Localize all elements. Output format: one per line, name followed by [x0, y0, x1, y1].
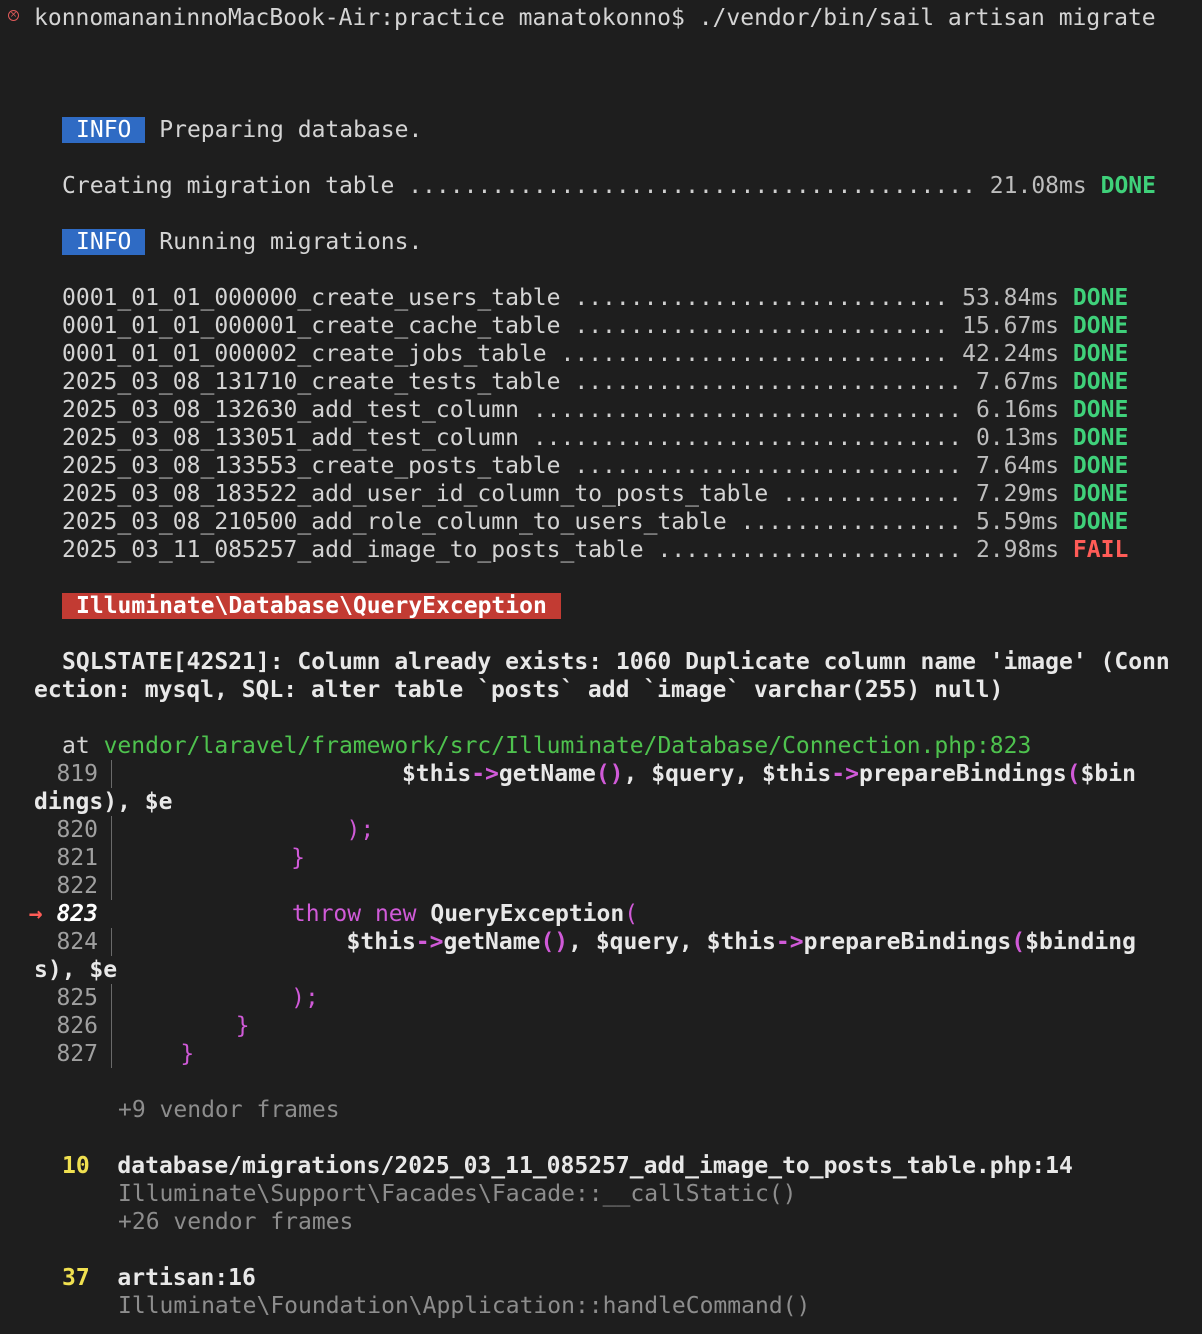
prompt-user-host: konnomananinnoMacBook-Air:practice manat… — [34, 5, 685, 31]
code-line-824-wrap: s), $e — [34, 957, 118, 983]
code-line-819-wrap: dings), $e — [34, 789, 173, 815]
migration-row: 2025_03_08_133051_add_test_column ......… — [62, 425, 1129, 451]
code-line-827: 827 } — [56, 1040, 195, 1068]
migration-row-failed: 2025_03_11_085257_add_image_to_posts_tab… — [62, 537, 1129, 563]
migration-row: 2025_03_08_210500_add_role_column_to_use… — [62, 509, 1129, 535]
frame-file[interactable]: database/migrations/2025_03_11_085257_ad… — [117, 1153, 1072, 1179]
exception-line: Illuminate\Database\QueryException — [62, 592, 1202, 620]
migration-row: 2025_03_08_132630_add_test_column ......… — [62, 397, 1129, 423]
frame-number: 10 — [62, 1153, 90, 1179]
migration-row: 2025_03_08_133553_create_posts_table ...… — [62, 453, 1129, 479]
frame-file[interactable]: artisan:16 — [117, 1265, 255, 1291]
code-line-826: 826 } — [56, 1012, 250, 1040]
info-text: Preparing database. — [159, 117, 423, 143]
code-line-820: 820 ); — [56, 816, 375, 844]
terminal-window[interactable]: × konnomananinnoMacBook-Air:practice man… — [0, 0, 1202, 1334]
info-badge: INFO — [62, 117, 146, 143]
frame-call: Illuminate\Foundation\Application::handl… — [118, 1293, 811, 1319]
migration-row: 0001_01_01_000000_create_users_table ...… — [62, 285, 1129, 311]
exception-location: at vendor/laravel/framework/src/Illumina… — [62, 733, 1032, 759]
info-text: Running migrations. — [159, 229, 423, 255]
migration-row: 0001_01_01_000002_create_jobs_table ....… — [62, 341, 1129, 367]
prompt-command: ./vendor/bin/sail artisan migrate — [698, 5, 1156, 31]
exception-badge: Illuminate\Database\QueryException — [62, 593, 561, 619]
migration-row: 0001_01_01_000001_create_cache_table ...… — [62, 313, 1129, 339]
stack-frame-37: 37 artisan:16 — [62, 1264, 1202, 1292]
command-prompt: konnomananinnoMacBook-Air:practice manat… — [34, 4, 1202, 32]
stack-frame-10: 10 database/migrations/2025_03_11_085257… — [62, 1152, 1202, 1180]
migration-row: 2025_03_08_183522_add_user_id_column_to_… — [62, 481, 1129, 507]
code-line-825: 825 ); — [56, 984, 319, 1012]
info-badge: INFO — [62, 229, 146, 255]
frame-number: 37 — [62, 1265, 90, 1291]
current-line-arrow-icon: → — [28, 901, 43, 927]
task-time: 21.08ms — [989, 173, 1087, 199]
code-line-822: 822 — [0, 872, 1202, 900]
frame-call: Illuminate\Support\Facades\Facade::__cal… — [118, 1181, 797, 1207]
exception-message-2: ection: mysql, SQL: alter table `posts` … — [34, 677, 1004, 703]
code-line-821: 821 } — [56, 844, 306, 872]
code-line-819: 819 $this->getName(), $query, $this->pre… — [56, 760, 1136, 788]
migration-row: 2025_03_08_131710_create_tests_table ...… — [62, 369, 1129, 395]
code-line-823-current: → 823 throw new QueryException( — [28, 901, 639, 927]
exception-message-1: SQLSTATE[42S21]: Column already exists: … — [62, 649, 1170, 675]
task-status: DONE — [1100, 173, 1156, 199]
code-line-824: 824 $this->getName(), $query, $this->pre… — [56, 928, 1136, 956]
info-running-line: INFO Running migrations. — [62, 228, 1202, 256]
create-migration-table-line: Creating migration table ...............… — [62, 173, 1156, 199]
exception-file-link[interactable]: vendor/laravel/framework/src/Illuminate/… — [104, 733, 976, 759]
error-status-icon: × — [8, 10, 19, 21]
vendor-frames-collapsed: +9 vendor frames — [118, 1097, 340, 1123]
vendor-frames-collapsed: +26 vendor frames — [118, 1209, 354, 1235]
info-preparing-line: INFO Preparing database. — [62, 116, 1202, 144]
task-label: Creating migration table — [62, 173, 395, 199]
